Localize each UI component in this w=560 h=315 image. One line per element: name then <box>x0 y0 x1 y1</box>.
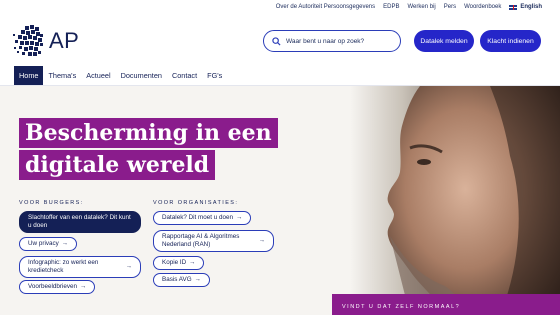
utility-link-careers[interactable]: Werken bij <box>408 4 436 10</box>
arrow-right-icon: → <box>258 237 265 244</box>
site-header: AP Datalek melden Klacht indienen <box>0 15 560 66</box>
arrow-right-icon: → <box>236 214 243 221</box>
organisations-section-label: VOOR ORGANISATIES: <box>153 200 239 206</box>
arrow-right-icon: → <box>194 276 201 283</box>
citizen-link-data-breach-victim[interactable]: Slachtoffer van een datalek? Dit kunt u … <box>19 211 141 233</box>
language-label: English <box>520 4 542 10</box>
nav-item-news[interactable]: Actueel <box>81 66 115 85</box>
nav-item-documents[interactable]: Documenten <box>116 66 167 85</box>
utility-link-edpb[interactable]: EDPB <box>383 4 399 10</box>
hero-section: Bescherming in een digitale wereld VOOR … <box>0 86 560 315</box>
report-data-breach-button[interactable]: Datalek melden <box>414 30 474 52</box>
org-link-copy-id[interactable]: Kopie ID → <box>153 256 205 270</box>
search-input[interactable] <box>286 37 396 45</box>
logo-head-icon <box>13 25 43 56</box>
arrow-right-icon: → <box>125 263 132 270</box>
search-box[interactable] <box>263 30 401 52</box>
nav-item-fg[interactable]: FG's <box>202 66 227 85</box>
org-link-data-breach[interactable]: Datalek? Dit moet u doen → <box>153 211 252 225</box>
main-nav: Home Thema's Actueel Documenten Contact … <box>14 66 227 85</box>
utility-link-about[interactable]: Over de Autoriteit Persoonsgegevens <box>276 4 375 10</box>
utility-links: Over de Autoriteit Persoonsgegevens EDPB… <box>276 4 542 10</box>
utility-bar: Over de Autoriteit Persoonsgegevens EDPB… <box>0 0 560 15</box>
utility-link-press[interactable]: Pers <box>444 4 456 10</box>
citizen-link-label: Slachtoffer van een datalek? Dit kunt u … <box>28 214 131 229</box>
headline-line-1: Bescherming in een <box>19 118 278 148</box>
org-link-label: Basis AVG <box>162 276 192 283</box>
citizens-section-label: VOOR BURGERS: <box>19 200 84 206</box>
search-icon <box>272 36 281 46</box>
citizen-link-label: Infographic: zo werkt een kredietcheck <box>28 259 99 274</box>
arrow-right-icon: → <box>61 240 69 247</box>
campaign-banner[interactable]: VINDT U DAT ZELF NORMAAL? <box>332 294 560 315</box>
citizen-link-privacy[interactable]: Uw privacy → <box>19 237 78 251</box>
citizen-link-sample-letters[interactable]: Voorbeeldbrieven → <box>19 280 96 294</box>
hero-portrait-image <box>350 86 560 315</box>
headline-line-2: digitale wereld <box>19 150 216 180</box>
org-link-ai-report[interactable]: Rapportage AI & Algoritmes Nederland (RA… <box>153 230 274 252</box>
org-link-label: Rapportage AI & Algoritmes Nederland (RA… <box>162 233 240 248</box>
nav-item-themes[interactable]: Thema's <box>43 66 81 85</box>
arrow-right-icon: → <box>189 259 196 266</box>
org-link-label: Datalek? Dit moet u doen <box>162 214 234 221</box>
campaign-banner-text: VINDT U DAT ZELF NORMAAL? <box>342 304 461 310</box>
utility-link-glossary[interactable]: Woordenboek <box>464 4 501 10</box>
logo-wordmark: AP <box>49 28 80 53</box>
nav-item-home[interactable]: Home <box>14 66 44 85</box>
file-complaint-button[interactable]: Klacht indienen <box>480 30 541 52</box>
uk-flag-icon <box>509 4 518 10</box>
nav-item-contact[interactable]: Contact <box>167 66 202 85</box>
logo[interactable]: AP <box>11 22 81 60</box>
org-link-basic-gdpr[interactable]: Basis AVG → <box>153 273 210 287</box>
org-link-label: Kopie ID <box>162 259 187 266</box>
citizen-link-label: Uw privacy <box>28 240 59 247</box>
language-switch[interactable]: English <box>509 4 542 10</box>
citizen-link-label: Voorbeeldbrieven <box>28 283 78 290</box>
hero-headline: Bescherming in een digitale wereld <box>19 118 278 180</box>
citizen-link-credit-check[interactable]: Infographic: zo werkt een kredietcheck → <box>19 256 141 278</box>
arrow-right-icon: → <box>80 283 87 290</box>
